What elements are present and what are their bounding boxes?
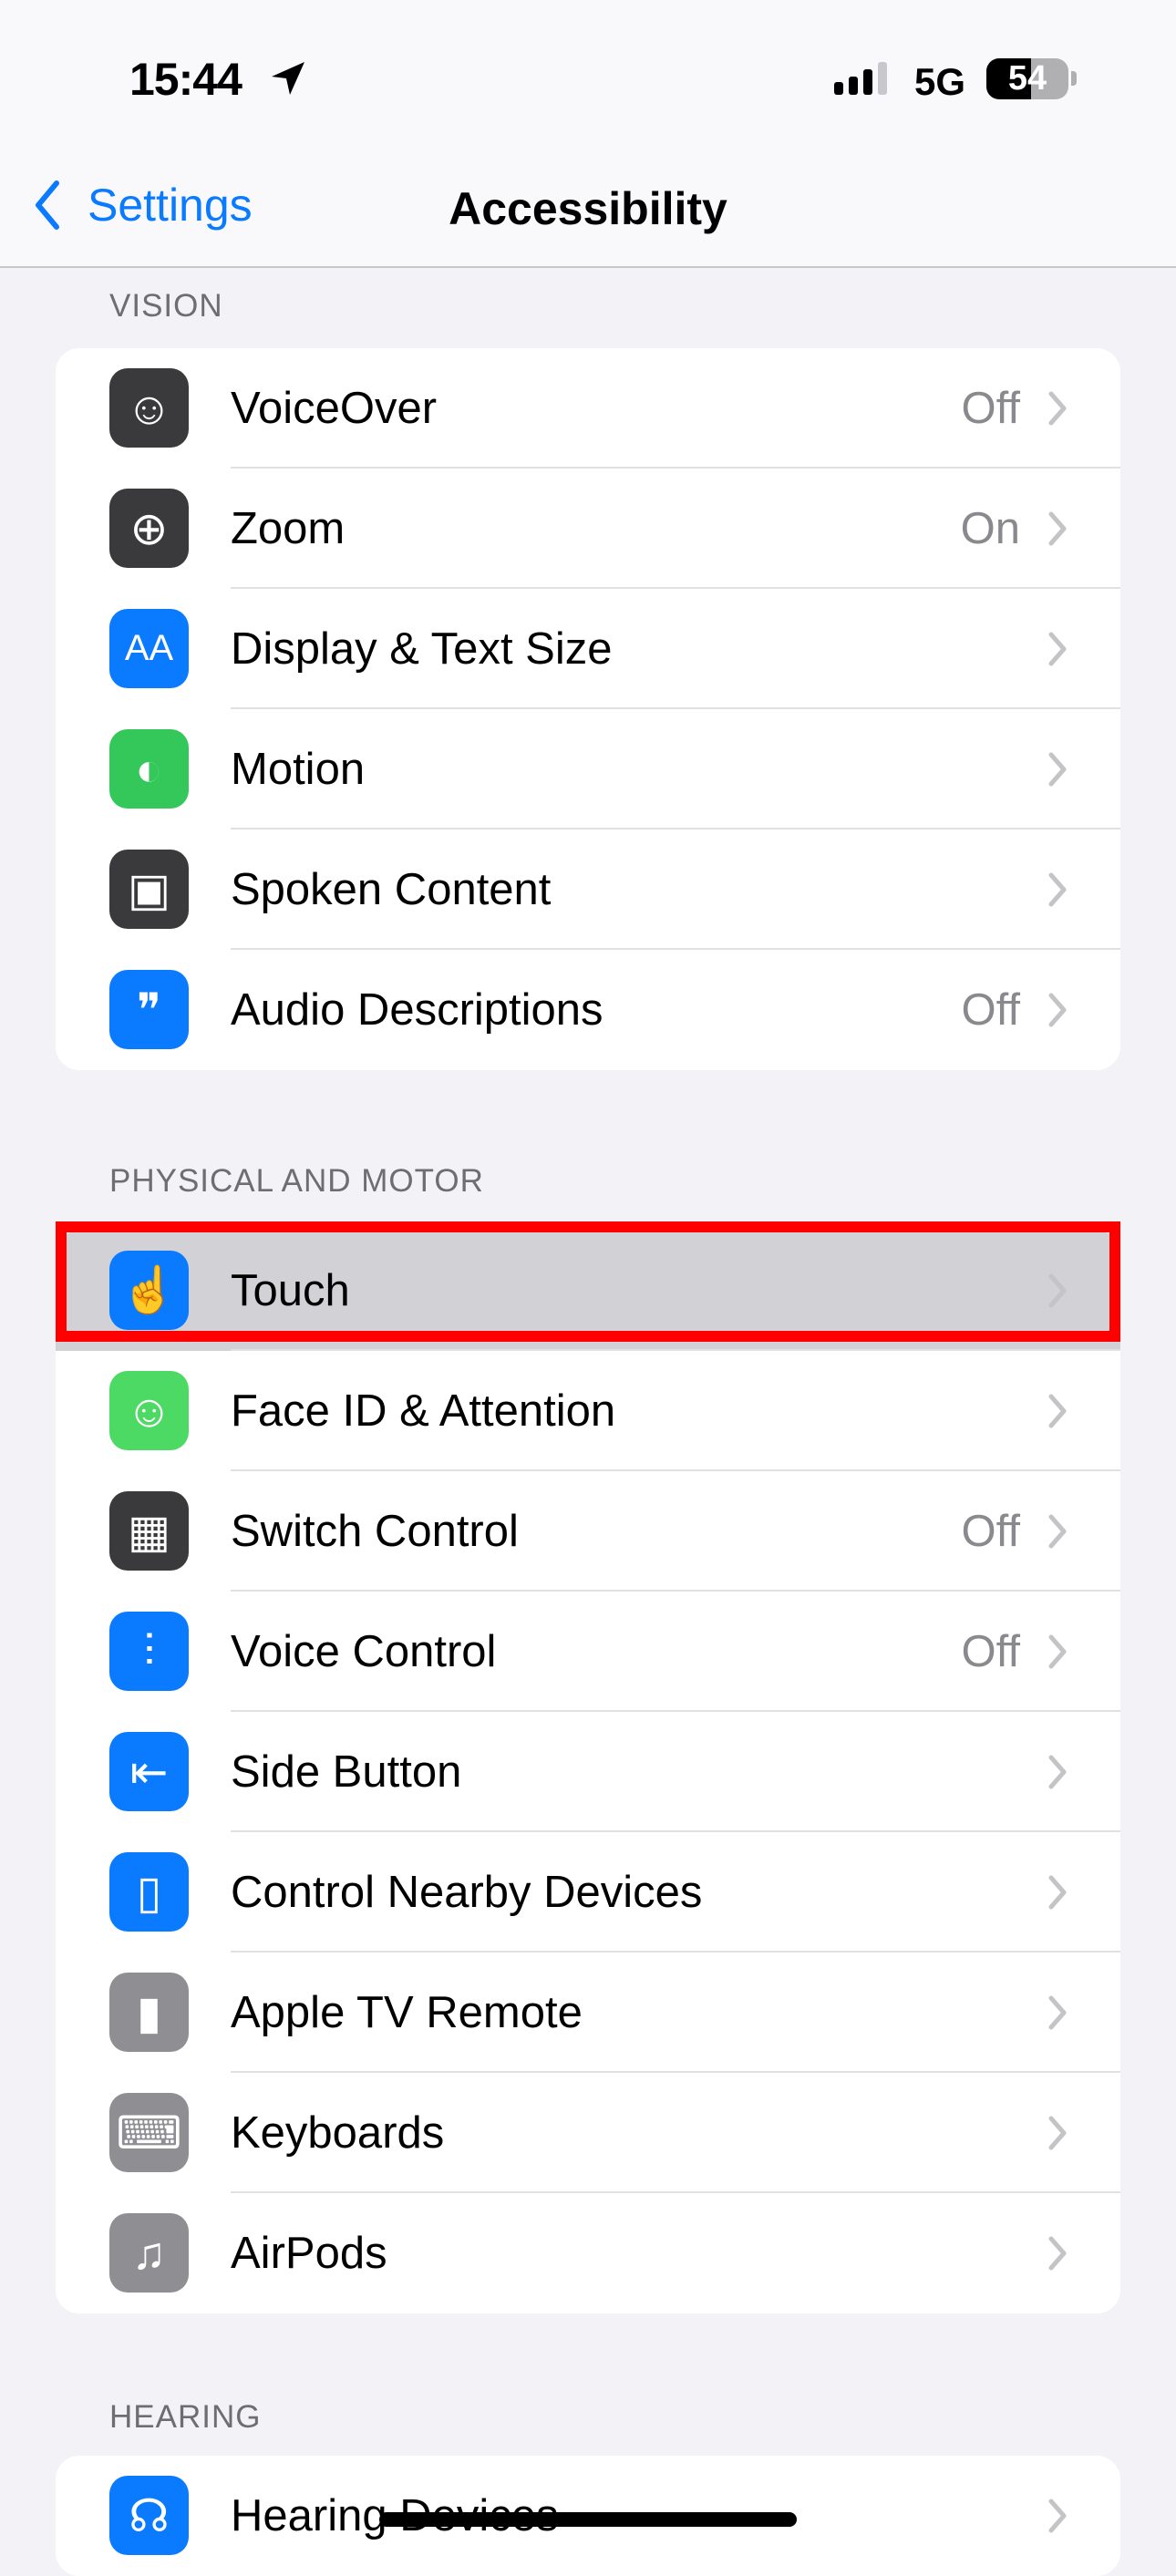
settings-row-spoken-content[interactable]: ▣ Spoken Content [56, 829, 1120, 950]
chevron-right-icon [1048, 1755, 1067, 1789]
row-label: Control Nearby Devices [231, 1868, 703, 1917]
settings-row-control-nearby-devices[interactable]: ▯ Control Nearby Devices [56, 1832, 1120, 1953]
icon-glyph: ▦ [127, 1505, 171, 1557]
location-arrow-icon [272, 62, 304, 95]
chevron-right-icon [1048, 1875, 1067, 1910]
row-label: Spoken Content [231, 865, 552, 914]
battery-percent: 54 [1007, 59, 1047, 98]
text-size-icon: AA [109, 609, 189, 688]
chevron-right-icon [1048, 2116, 1067, 2150]
icon-glyph: ☺ [125, 382, 173, 434]
row-value: Off [961, 1627, 1020, 1676]
row-value: Off [961, 985, 1020, 1035]
icon-glyph: ❞ [137, 984, 161, 1036]
row-value: On [960, 504, 1020, 553]
row-value: Off [961, 1507, 1020, 1556]
row-label: AirPods [231, 2229, 387, 2278]
chevron-right-icon [1048, 2236, 1067, 2271]
ear-icon: ☊ [109, 2476, 189, 2555]
row-label: Motion [231, 745, 366, 794]
row-label: Display & Text Size [231, 624, 613, 674]
chevron-right-icon [1048, 752, 1067, 787]
settings-row-zoom[interactable]: ⊕ Zoom On [56, 469, 1120, 589]
battery-cap [1071, 71, 1077, 86]
icon-glyph: ♫ [131, 2227, 167, 2279]
settings-group: ☝ Touch ☺ Face ID & Attention ▦ Switch C… [56, 1231, 1120, 2313]
chevron-right-icon [1048, 1514, 1067, 1549]
row-value: Off [961, 384, 1020, 433]
chevron-right-icon [1048, 632, 1067, 666]
settings-row-motion[interactable]: ◐ Motion [56, 709, 1120, 829]
waveform-icon: ⫶ [109, 1612, 189, 1691]
settings-row-face-id-attention[interactable]: ☺ Face ID & Attention [56, 1351, 1120, 1471]
settings-group: ☺ VoiceOver Off ⊕ Zoom On AA Display & T… [56, 348, 1120, 1070]
icon-glyph: ☊ [129, 2489, 170, 2541]
section-header: HEARING [109, 2399, 262, 2435]
chevron-right-icon [1048, 872, 1067, 907]
quote-bubble-icon: ❞ [109, 970, 189, 1049]
row-label: Switch Control [231, 1507, 519, 1556]
chevron-right-icon [1048, 2499, 1067, 2533]
settings-row-voice-control[interactable]: ⫶ Voice Control Off [56, 1592, 1120, 1712]
icon-glyph: ▯ [136, 1866, 162, 1918]
icon-glyph: ▣ [127, 863, 171, 915]
row-label: VoiceOver [231, 384, 438, 433]
chevron-right-icon [1048, 1634, 1067, 1669]
grid-icon: ▦ [109, 1491, 189, 1571]
keyboard-icon: ⌨ [109, 2093, 189, 2172]
icon-glyph: ☺ [125, 1385, 173, 1437]
row-label: Touch [231, 1266, 350, 1315]
settings-row-touch[interactable]: ☝ Touch [56, 1231, 1120, 1351]
icon-glyph: ⊕ [129, 502, 169, 554]
zoom-icon: ⊕ [109, 489, 189, 568]
icon-glyph: ▮ [136, 1986, 162, 2038]
speech-bubble-icon: ▣ [109, 850, 189, 929]
voiceover-icon: ☺ [109, 368, 189, 448]
motion-icon: ◐ [109, 729, 189, 809]
row-label: Side Button [231, 1747, 462, 1797]
hand-pointing-icon: ☝ [109, 1251, 189, 1330]
settings-row-display-text-size[interactable]: AA Display & Text Size [56, 589, 1120, 709]
cellular-signal-icon [834, 62, 887, 95]
row-label: Keyboards [231, 2108, 445, 2158]
section-header: VISION [109, 288, 223, 324]
status-bar: 15:44 5G 54 [0, 0, 1176, 155]
settings-row-apple-tv-remote[interactable]: ▮ Apple TV Remote [56, 1953, 1120, 2073]
chevron-right-icon [1048, 1995, 1067, 2030]
settings-row-audio-descriptions[interactable]: ❞ Audio Descriptions Off [56, 950, 1120, 1070]
nearby-devices-icon: ▯ [109, 1852, 189, 1932]
icon-glyph: ⇤ [129, 1746, 169, 1798]
battery-icon: 54 [986, 58, 1068, 99]
icon-glyph: ⫶ [143, 1625, 155, 1676]
icon-glyph: ⌨ [116, 2107, 182, 2159]
navigation-bar: Settings Accessibility [0, 155, 1176, 268]
row-label: Face ID & Attention [231, 1386, 616, 1436]
settings-row-voiceover[interactable]: ☺ VoiceOver Off [56, 348, 1120, 469]
chevron-right-icon [1048, 511, 1067, 546]
icon-glyph: ☝ [120, 1264, 178, 1315]
airpods-icon: ♫ [109, 2213, 189, 2293]
network-type: 5G [914, 60, 966, 103]
settings-row-airpods[interactable]: ♫ AirPods [56, 2193, 1120, 2313]
section-header: PHYSICAL AND MOTOR [109, 1163, 484, 1199]
remote-icon: ▮ [109, 1973, 189, 2052]
settings-row-switch-control[interactable]: ▦ Switch Control Off [56, 1471, 1120, 1592]
chevron-right-icon [1048, 1394, 1067, 1428]
settings-row-keyboards[interactable]: ⌨ Keyboards [56, 2073, 1120, 2193]
settings-row-side-button[interactable]: ⇤ Side Button [56, 1712, 1120, 1832]
icon-glyph: ◐ [135, 743, 163, 795]
face-id-icon: ☺ [109, 1371, 189, 1450]
row-label: Voice Control [231, 1627, 497, 1676]
row-label: Zoom [231, 504, 346, 553]
icon-glyph: AA [124, 628, 174, 668]
side-button-icon: ⇤ [109, 1732, 189, 1811]
chevron-right-icon [1048, 993, 1067, 1027]
chevron-right-icon [1048, 391, 1067, 426]
row-label: Apple TV Remote [231, 1988, 583, 2037]
page-title: Accessibility [449, 183, 727, 234]
clock: 15:44 [129, 54, 242, 105]
row-label: Audio Descriptions [231, 985, 603, 1035]
home-indicator[interactable] [379, 2512, 797, 2527]
chevron-right-icon [1048, 1273, 1067, 1308]
